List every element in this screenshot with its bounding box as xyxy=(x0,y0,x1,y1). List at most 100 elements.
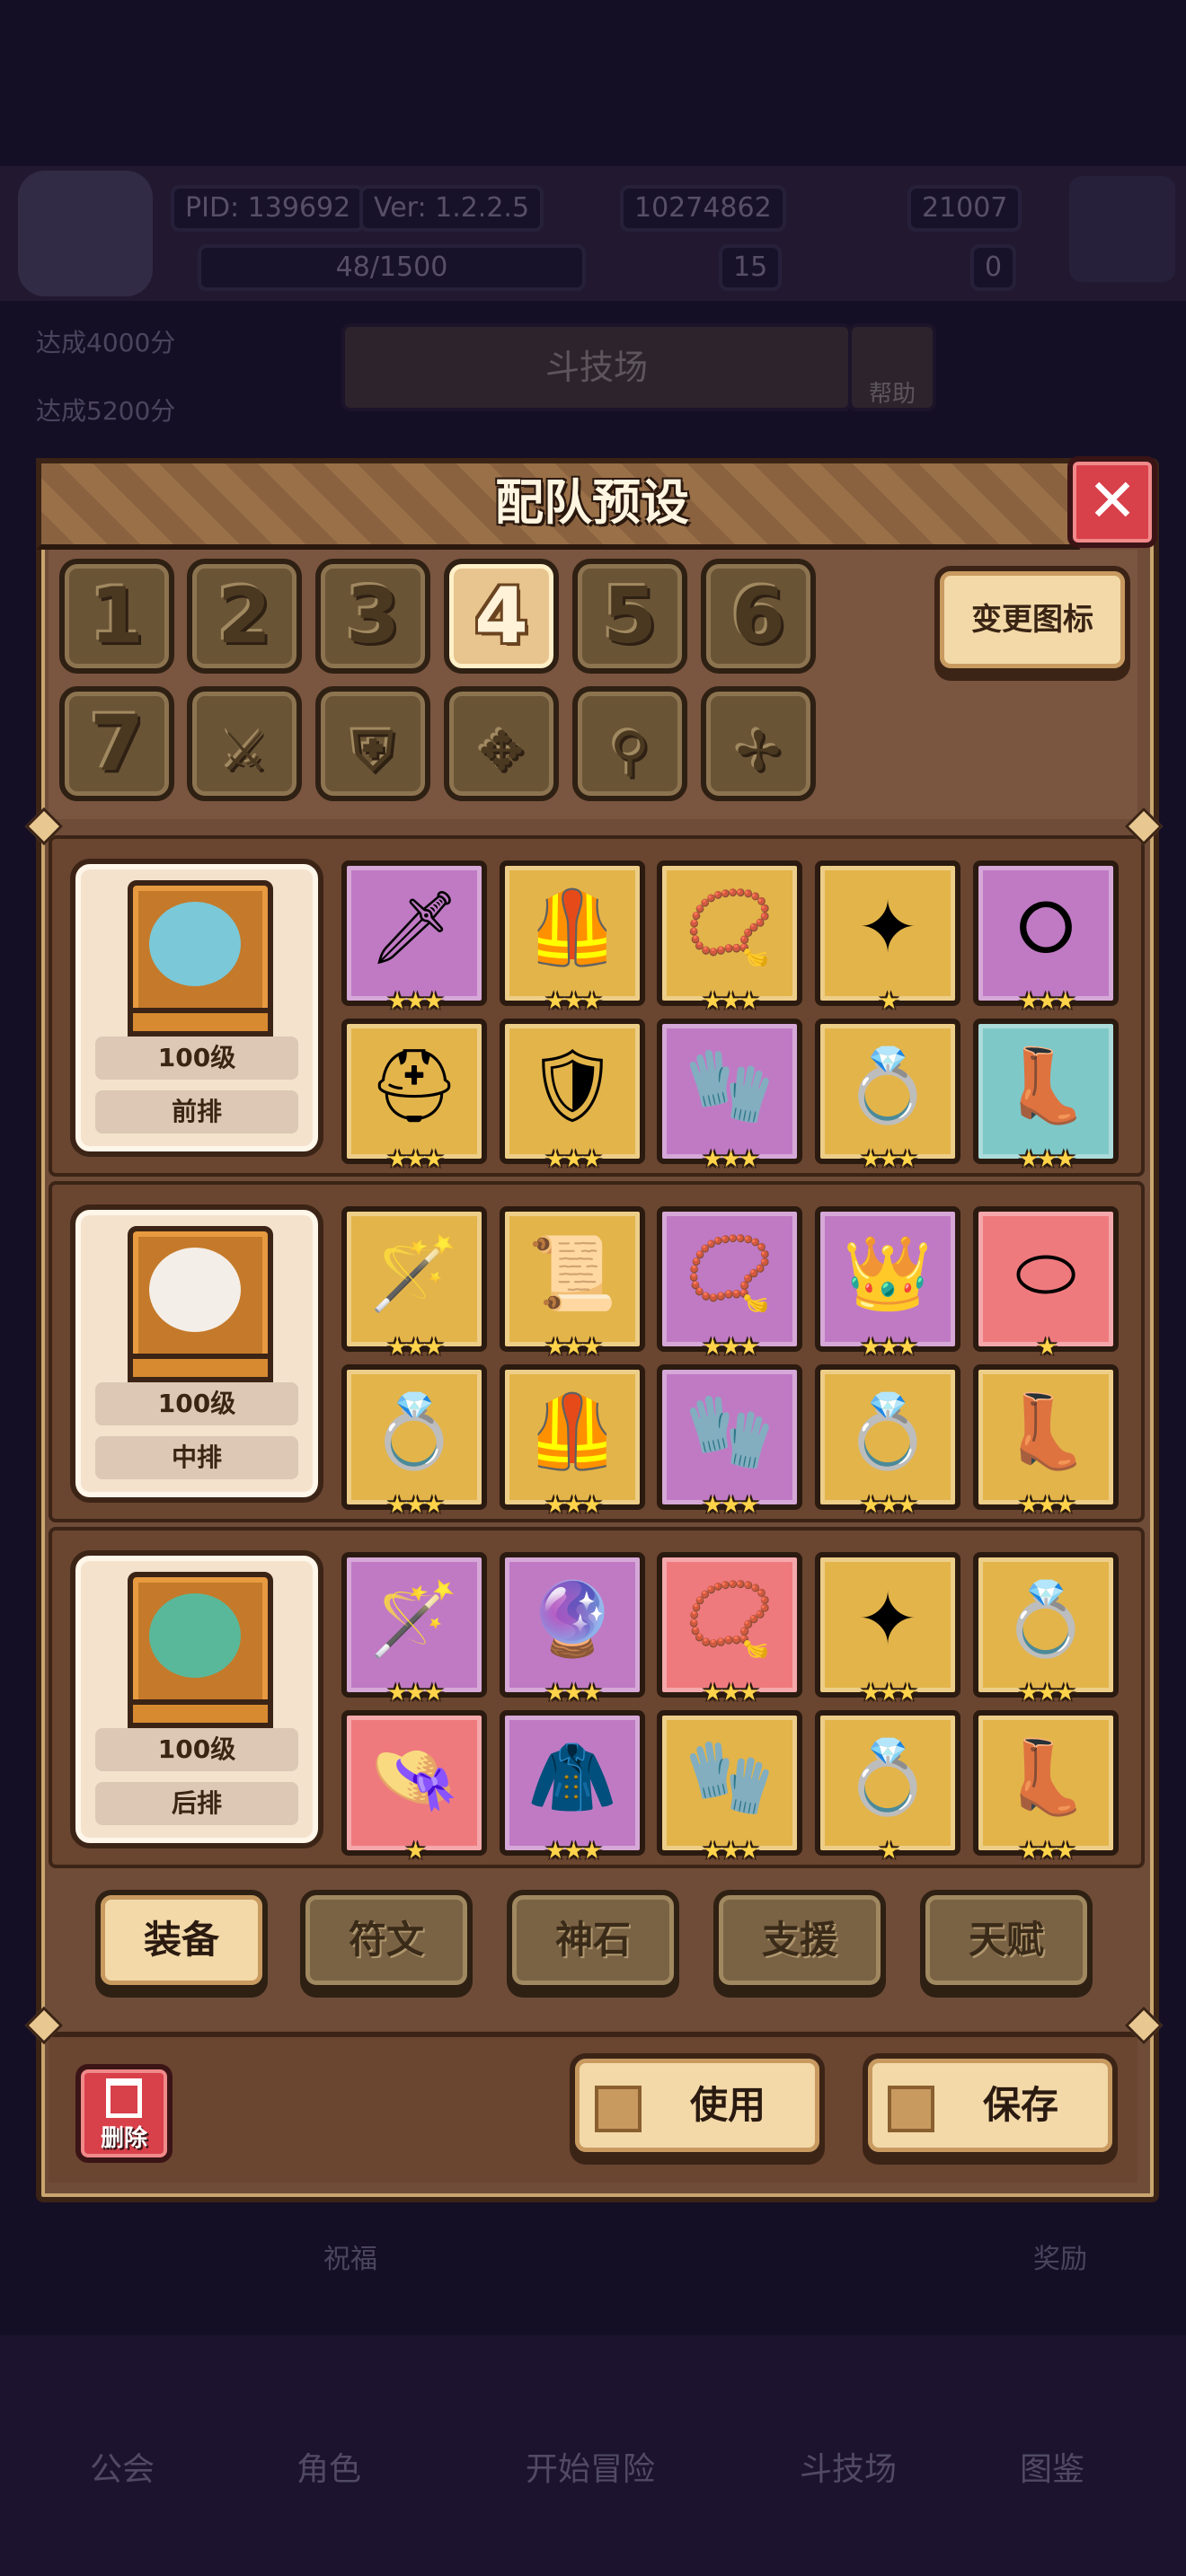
equipment-icon: 📿 xyxy=(685,1231,774,1315)
equipment-slot[interactable]: 🧤 ★★★ xyxy=(657,1710,802,1863)
shield-icon: ⛨ xyxy=(352,720,394,783)
equipment-slot[interactable]: 🧥 ★★★ xyxy=(500,1710,645,1863)
character-card[interactable]: 100级 中排 xyxy=(70,1204,323,1503)
tab-support[interactable]: 支援 xyxy=(713,1890,886,1990)
equipment-icon: 💍 xyxy=(843,1735,933,1819)
character-level: 100级 xyxy=(95,1037,298,1080)
character-level: 100级 xyxy=(95,1728,298,1771)
equipment-slot[interactable]: 🦺 ★★★ xyxy=(500,1364,645,1517)
tab-equipment[interactable]: 装备 xyxy=(95,1890,268,1990)
nav-arena: 斗技场 xyxy=(800,2451,898,2488)
equipment-slot[interactable]: ⭘ ★★★ xyxy=(973,860,1119,1013)
equipment-slot[interactable]: 💍 ★★★ xyxy=(341,1364,487,1517)
trash-icon xyxy=(106,2078,142,2118)
character-card[interactable]: 100级 后排 xyxy=(70,1550,323,1848)
preset-key-button[interactable]: ⚲ xyxy=(572,686,687,801)
equipment-slot[interactable]: 📜 ★★★ xyxy=(500,1206,645,1359)
equipment-slot[interactable]: 🪄 ★★★ xyxy=(341,1552,487,1705)
equipment-slot[interactable]: 🧤 ★★★ xyxy=(657,1364,802,1517)
task-2: 达成5200分 xyxy=(36,396,176,426)
close-button[interactable]: ✕ xyxy=(1067,456,1157,548)
preset-5-button[interactable]: 5 xyxy=(572,559,687,674)
equipment-icon: 🧥 xyxy=(527,1735,617,1819)
equipment-slot[interactable]: 🔮 ★★★ xyxy=(500,1552,645,1705)
sword-icon: ⚔ xyxy=(220,720,269,783)
clover-count: 15 xyxy=(719,244,783,291)
equipment-slot[interactable]: 📿 ★★★ xyxy=(657,1552,802,1705)
star-rating: ★★★ xyxy=(860,1492,918,1519)
equipment-icon: 🧤 xyxy=(685,1735,774,1819)
equipment-slot[interactable]: 🪄 ★★★ xyxy=(341,1206,487,1359)
equipment-icon: 🪄 xyxy=(369,1577,459,1661)
equipment-slot[interactable]: 👒 ★ xyxy=(341,1710,487,1863)
tab-divine-stone[interactable]: 神石 xyxy=(507,1890,679,1990)
character-card[interactable]: 100级 前排 xyxy=(70,859,323,1157)
preset-4-button[interactable]: 4 xyxy=(444,559,559,674)
equipment-slot[interactable]: ⬭ ★ xyxy=(973,1206,1119,1359)
equipment-icon: 🧤 xyxy=(685,1044,774,1127)
equipment-icon: ✦ xyxy=(857,886,918,969)
tab-runes[interactable]: 符文 xyxy=(300,1890,473,1990)
star-rating: ★★★ xyxy=(386,1492,445,1519)
star-rating: ★★★ xyxy=(702,1334,760,1361)
gem-count: 21007 xyxy=(907,185,1022,232)
star-rating: ★★★ xyxy=(1018,1492,1076,1519)
preset-gear-button[interactable]: ✢ xyxy=(701,686,816,801)
equipment-slot[interactable]: 🗡 ★★★ xyxy=(341,860,487,1013)
equipment-slot[interactable]: 👢 ★★★ xyxy=(973,1019,1119,1171)
equipment-icon: ⭘ xyxy=(1017,886,1075,969)
equipment-slot[interactable]: 🛡 ★★★ xyxy=(500,1019,645,1171)
star-rating: ★ xyxy=(1036,1334,1058,1361)
star-rating: ★★★ xyxy=(544,988,603,1015)
equipment-slot[interactable]: ✦ ★ xyxy=(815,860,960,1013)
equipment-slot[interactable]: 💍 ★ xyxy=(815,1710,960,1863)
nav-codex: 图鉴 xyxy=(1020,2451,1085,2488)
preset-7-button[interactable]: 7 xyxy=(59,686,174,801)
star-rating: ★★★ xyxy=(860,1146,918,1173)
equipment-icon: 🧤 xyxy=(685,1389,774,1473)
use-button[interactable]: 使用 xyxy=(570,2053,825,2157)
character-level: 100级 xyxy=(95,1382,298,1425)
preset-3-button[interactable]: 3 xyxy=(315,559,430,674)
preset-sword-button[interactable]: ⚔ xyxy=(187,686,302,801)
star-rating: ★★★ xyxy=(1018,1146,1076,1173)
star-rating: ★★★ xyxy=(544,1146,603,1173)
equipment-icon: ✦ xyxy=(857,1577,918,1661)
save-icon xyxy=(888,2086,934,2132)
equipment-slot[interactable]: 📿 ★★★ xyxy=(657,1206,802,1359)
delete-button[interactable]: 删除 xyxy=(75,2064,173,2163)
preset-6-button[interactable]: 6 xyxy=(701,559,816,674)
equipment-slot[interactable]: 🦺 ★★★ xyxy=(500,860,645,1013)
change-icon-button[interactable]: 变更图标 xyxy=(934,566,1130,674)
preset-cross-button[interactable]: ✥ xyxy=(444,686,559,801)
equipment-slot[interactable]: 📿 ★★★ xyxy=(657,860,802,1013)
preset-1-button[interactable]: 1 xyxy=(59,559,174,674)
equipment-slot[interactable]: 💍 ★★★ xyxy=(815,1019,960,1171)
save-button[interactable]: 保存 xyxy=(863,2053,1118,2157)
equipment-slot[interactable]: ⛑ ★★★ xyxy=(341,1019,487,1171)
equipment-slot[interactable]: 👢 ★★★ xyxy=(973,1710,1119,1863)
gear-icon: ✢ xyxy=(735,720,782,783)
modal-title: 配队预设 xyxy=(495,474,689,531)
preset-shield-button[interactable]: ⛨ xyxy=(315,686,430,801)
star-rating: ★★★ xyxy=(544,1492,603,1519)
preset-2-button[interactable]: 2 xyxy=(187,559,302,674)
equipment-slot[interactable]: ✦ ★★★ xyxy=(815,1552,960,1705)
star-rating: ★★★ xyxy=(386,1680,445,1707)
character-portrait xyxy=(128,1226,273,1382)
equipment-icon: 👒 xyxy=(369,1735,459,1819)
equipment-slot[interactable]: 👢 ★★★ xyxy=(973,1364,1119,1517)
star-rating: ★★★ xyxy=(386,988,445,1015)
star-rating: ★★★ xyxy=(544,1838,603,1865)
equipment-slot[interactable]: 👑 ★★★ xyxy=(815,1206,960,1359)
equipment-icon: 💍 xyxy=(1001,1577,1091,1661)
equipment-icon: 🪄 xyxy=(369,1231,459,1315)
star-rating: ★ xyxy=(878,1838,899,1865)
star-rating: ★★★ xyxy=(860,1334,918,1361)
key-count: 0 xyxy=(970,244,1017,291)
equipment-slot[interactable]: 🧤 ★★★ xyxy=(657,1019,802,1171)
equipment-slot[interactable]: 💍 ★★★ xyxy=(815,1364,960,1517)
star-rating: ★★★ xyxy=(702,1492,760,1519)
equipment-slot[interactable]: 💍 ★★★ xyxy=(973,1552,1119,1705)
tab-talent[interactable]: 天赋 xyxy=(920,1890,1093,1990)
